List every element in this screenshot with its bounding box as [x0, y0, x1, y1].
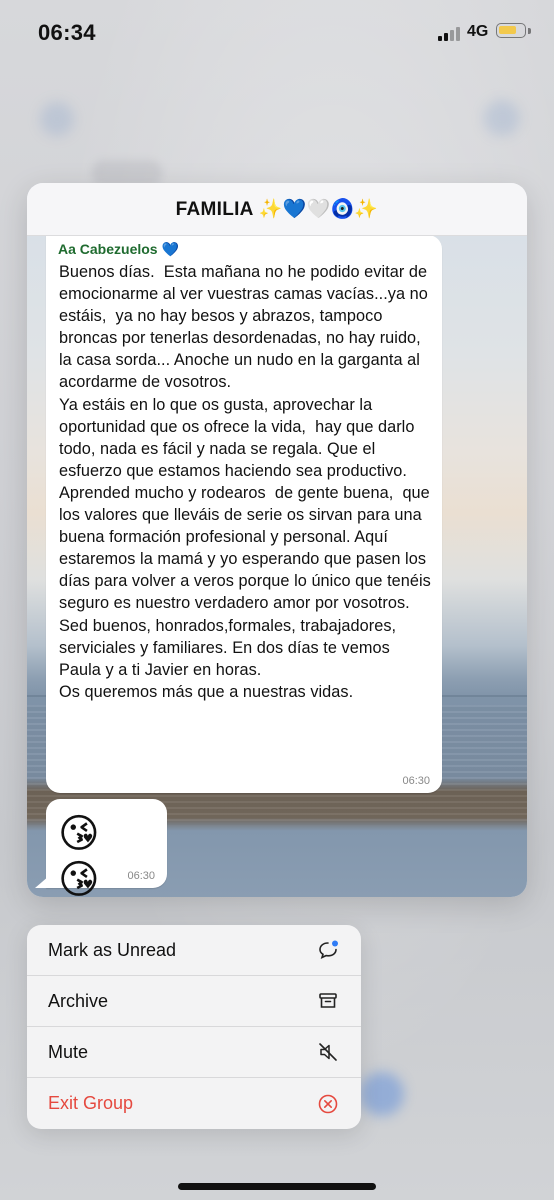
menu-item-label: Archive	[48, 990, 109, 1011]
menu-item-label: Mark as Unread	[48, 939, 177, 960]
message-text: Buenos días. Esta mañana no he podido ev…	[59, 263, 431, 701]
message-sender[interactable]: Aa Cabezuelos 💙	[58, 241, 179, 258]
status-time: 06:34	[38, 20, 96, 45]
emoji-message-time: 06:30	[127, 870, 155, 882]
blurred-tabbar-button	[360, 1072, 404, 1116]
exit-circle-x-icon	[317, 1093, 339, 1115]
network-type: 4G	[467, 23, 489, 40]
menu-item-exit-group[interactable]: Exit Group	[27, 1077, 361, 1129]
speaker-muted-icon	[317, 1041, 339, 1063]
blurred-action-button	[484, 100, 520, 136]
status-bar: 06:34 4G	[0, 0, 554, 66]
battery-tip	[528, 28, 531, 34]
home-indicator[interactable]	[178, 1183, 376, 1190]
message-bubble[interactable]: Aa Cabezuelos 💙 Buenos días. Esta mañana…	[46, 235, 442, 793]
menu-item-label: Exit Group	[48, 1093, 134, 1113]
menu-item-archive[interactable]: Archive	[27, 975, 361, 1026]
kissing-face-emoji: 😘 😘	[58, 812, 106, 897]
emoji-message-bubble[interactable]: 😘 😘 06:30	[46, 799, 167, 897]
message-time: 06:30	[402, 775, 430, 787]
battery-icon	[496, 23, 526, 38]
chat-preview-card[interactable]: FAMILIA ✨💙🤍🧿✨ Aa Cabezuelos 💙 Buenos día…	[27, 183, 527, 897]
chat-bubble-unread-icon	[317, 939, 339, 961]
menu-item-mute[interactable]: Mute	[27, 1026, 361, 1077]
bubble-tail	[35, 876, 49, 888]
chat-title[interactable]: FAMILIA ✨💙🤍🧿✨	[27, 183, 527, 236]
context-menu: Mark as Unread Archive Mute Exit Group	[27, 925, 361, 1129]
menu-item-mark-as-unread[interactable]: Mark as Unread	[27, 925, 361, 975]
menu-item-label: Mute	[48, 1041, 89, 1062]
chat-wallpaper: Aa Cabezuelos 💙 Buenos días. Esta mañana…	[27, 235, 527, 897]
cellular-signal-icon	[438, 26, 462, 41]
archive-box-icon	[317, 990, 339, 1012]
blurred-back-button	[40, 102, 74, 136]
